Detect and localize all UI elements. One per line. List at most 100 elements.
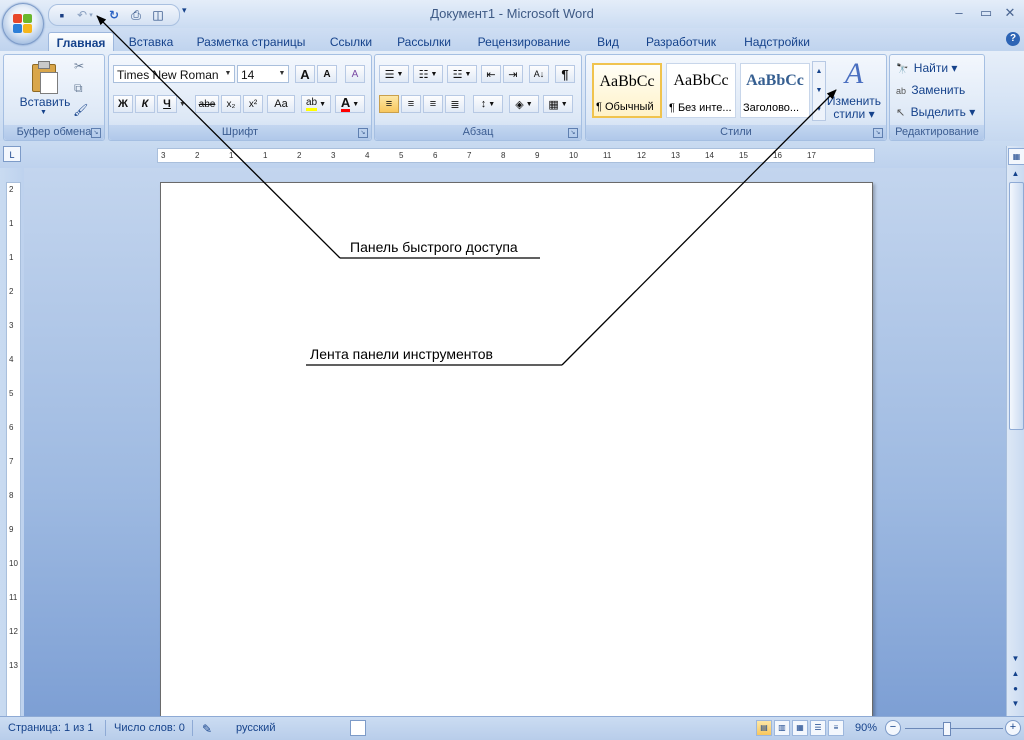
word-count[interactable]: Число слов: 0 (114, 722, 185, 734)
highlight-button[interactable]: ab ▼ (301, 95, 331, 113)
style-no-spacing[interactable]: AaBbCc ¶ Без инте... (666, 63, 736, 118)
tab-insert[interactable]: Вставка (120, 32, 182, 52)
ruler-tick-label: 2 (9, 185, 14, 194)
shrink-font-button[interactable]: A (317, 65, 337, 83)
quick-access-toolbar: ▪ ↶ ▾ ↻ ⎙ ◫ (48, 4, 180, 26)
help-icon[interactable]: ? (1006, 32, 1020, 46)
document-page[interactable] (160, 182, 873, 729)
style-heading-1[interactable]: AaBbCc Заголово... (740, 63, 810, 118)
align-right-icon[interactable]: ≡ (423, 95, 443, 113)
font-size-combo[interactable]: 14 ▼ (237, 65, 289, 83)
grow-font-button[interactable]: A (295, 65, 315, 83)
zoom-out-button[interactable]: − (885, 720, 901, 736)
page-indicator[interactable]: Страница: 1 из 1 (8, 722, 94, 734)
scroll-down-icon[interactable]: ▼ (1008, 651, 1023, 666)
paste-button[interactable]: Вставить (10, 95, 80, 109)
font-launcher-icon[interactable]: ↘ (358, 128, 368, 138)
bullets-icon[interactable]: ☰ ▼ (379, 65, 409, 83)
tab-view[interactable]: Вид (590, 32, 626, 52)
close-button[interactable]: ✕ (999, 5, 1021, 21)
italic-button[interactable]: К (135, 95, 155, 113)
group-clipboard: Вставить ▼ ✂ ⧉ 🖌 Буфер обмена ↘ (3, 54, 105, 141)
increase-indent-icon[interactable]: ⇥ (503, 65, 523, 83)
full-screen-view-icon[interactable]: ▥ (774, 720, 790, 736)
clear-formatting-button[interactable]: A (345, 65, 365, 83)
ruler-toggle-icon[interactable]: ▦ (1008, 148, 1024, 165)
underline-button[interactable]: Ч (157, 95, 177, 113)
tab-review[interactable]: Рецензирование (470, 32, 578, 52)
bold-button[interactable]: Ж (113, 95, 133, 113)
vertical-ruler[interactable]: 2 1 1 2 3 4 5 6 7 8 9 10 11 12 13 (6, 182, 21, 718)
find-button[interactable]: 🔭 Найти ▾ (896, 61, 957, 75)
styles-launcher-icon[interactable]: ↘ (873, 128, 883, 138)
underline-dropdown-icon[interactable]: ▼ (179, 101, 186, 108)
horizontal-ruler[interactable]: 3 2 1 1 2 3 4 5 6 7 8 9 10 11 12 13 14 15 16 17 (157, 148, 875, 163)
previous-page-icon[interactable]: ▲ (1008, 666, 1023, 681)
browse-object-icon[interactable]: ● (1008, 681, 1023, 696)
save-icon[interactable]: ▪ (53, 6, 71, 24)
zoom-slider-thumb[interactable] (943, 722, 951, 736)
outline-view-icon[interactable]: ☰ (810, 720, 826, 736)
font-name-combo[interactable]: Times New Roman ▼ (113, 65, 235, 83)
print-icon[interactable]: ⎙ (127, 6, 145, 24)
vertical-scrollbar[interactable]: ▦ ▲ ▼ ▲ ● ▼ (1006, 146, 1024, 716)
minimize-button[interactable]: – (948, 5, 970, 21)
justify-icon[interactable]: ≣ (445, 95, 465, 113)
format-painter-icon[interactable]: 🖌 (73, 103, 88, 117)
chevron-down-icon: ▼ (278, 70, 286, 77)
strikethrough-button[interactable]: abe (195, 95, 219, 113)
proofing-icon[interactable]: ✎ (202, 722, 212, 736)
zoom-slider-track[interactable] (905, 728, 1003, 729)
copy-icon[interactable]: ⧉ (74, 81, 83, 96)
macro-record-icon[interactable] (350, 720, 366, 736)
replace-button[interactable]: ab Заменить (896, 83, 965, 97)
clipboard-launcher-icon[interactable]: ↘ (91, 128, 101, 138)
zoom-in-button[interactable]: + (1005, 720, 1021, 736)
tab-selector-button[interactable]: L (3, 146, 21, 162)
tab-developer[interactable]: Разработчик (638, 32, 724, 52)
align-center-icon[interactable]: ≡ (401, 95, 421, 113)
tab-home[interactable]: Главная (48, 32, 114, 53)
tab-page-layout[interactable]: Разметка страницы (192, 32, 310, 52)
superscript-button[interactable]: x² (243, 95, 263, 113)
office-button[interactable] (2, 3, 44, 45)
shading-icon[interactable]: ◈ ▼ (509, 95, 539, 113)
draft-view-icon[interactable]: ≡ (828, 720, 844, 736)
align-left-icon[interactable]: ≡ (379, 95, 399, 113)
zoom-level[interactable]: 90% (855, 722, 877, 734)
paragraph-launcher-icon[interactable]: ↘ (568, 128, 578, 138)
change-styles-label: стили ▾ (833, 107, 875, 121)
tab-references[interactable]: Ссылки (322, 32, 380, 52)
change-case-button[interactable]: Aa (267, 95, 295, 113)
line-spacing-icon[interactable]: ↕ ▼ (473, 95, 503, 113)
multilevel-list-icon[interactable]: ☳ ▼ (447, 65, 477, 83)
tab-addins[interactable]: Надстройки (736, 32, 818, 52)
font-color-button[interactable]: A ▼ (335, 95, 365, 113)
paste-dropdown-icon[interactable]: ▼ (40, 109, 47, 116)
redo-icon[interactable]: ↻ (105, 6, 123, 24)
subscript-button[interactable]: x₂ (221, 95, 241, 113)
undo-dropdown-icon[interactable]: ▾ (87, 6, 95, 24)
borders-icon[interactable]: ▦ ▼ (543, 95, 573, 113)
decrease-indent-icon[interactable]: ⇤ (481, 65, 501, 83)
ruler-tick-label: 17 (807, 151, 816, 160)
chevron-down-icon: ▼ (319, 100, 327, 108)
customize-qat-icon[interactable]: ▾ (182, 5, 187, 16)
style-normal[interactable]: AaBbCc ¶ Обычный (592, 63, 662, 118)
next-page-icon[interactable]: ▼ (1008, 696, 1023, 711)
ruler-tick-label: 12 (9, 627, 18, 636)
print-preview-icon[interactable]: ◫ (149, 6, 167, 24)
restore-button[interactable]: ▭ (975, 5, 997, 21)
scroll-up-icon[interactable]: ▲ (1008, 166, 1023, 181)
change-styles-button[interactable]: Изменить стили ▾ (822, 95, 886, 121)
show-formatting-button[interactable]: ¶ (555, 65, 575, 83)
numbering-icon[interactable]: ☷ ▼ (413, 65, 443, 83)
web-layout-view-icon[interactable]: ▦ (792, 720, 808, 736)
print-layout-view-icon[interactable]: ▤ (756, 720, 772, 736)
tab-mailings[interactable]: Рассылки (392, 32, 456, 52)
scroll-thumb[interactable] (1009, 182, 1024, 430)
cut-icon[interactable]: ✂ (74, 59, 84, 73)
select-button[interactable]: ↖ Выделить ▾ (896, 105, 975, 119)
language-indicator[interactable]: русский (236, 722, 275, 734)
sort-button[interactable]: А↓ (529, 65, 549, 83)
